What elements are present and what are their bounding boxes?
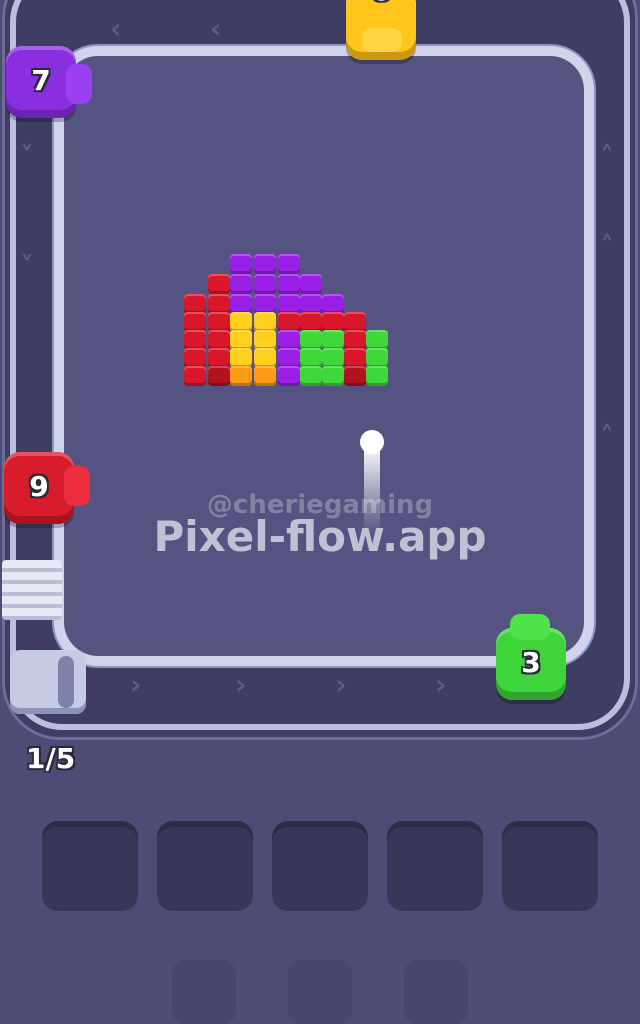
- shooter-count: 3: [521, 646, 541, 679]
- chevron-right-icon: ›: [130, 668, 142, 701]
- reserve-slot[interactable]: [172, 960, 236, 1024]
- launcher-dock: [10, 650, 86, 714]
- shooter-red[interactable]: 9: [4, 452, 90, 524]
- queue-counter: 1/5: [26, 742, 76, 775]
- holding-slot[interactable]: [387, 821, 483, 911]
- shooter-count: 6: [346, 0, 416, 7]
- reserve-slot[interactable]: [288, 960, 352, 1024]
- shooter-green[interactable]: 3: [496, 614, 566, 700]
- shooter-count: 7: [31, 64, 51, 97]
- shooter-yellow[interactable]: 6: [346, 0, 416, 60]
- shooter-purple[interactable]: 7: [6, 46, 92, 118]
- holding-slot[interactable]: [272, 821, 368, 911]
- chevron-down-icon: ˅: [20, 250, 34, 283]
- watermark-brand: Pixel-flow.app: [153, 512, 487, 561]
- chevron-right-icon: ›: [435, 668, 447, 701]
- chevron-up-icon: ˄: [600, 420, 614, 453]
- reserve-slot[interactable]: [404, 960, 468, 1024]
- holding-slot[interactable]: [42, 821, 138, 911]
- shooter-count: 9: [29, 470, 49, 503]
- chevron-down-icon: ˅: [20, 140, 34, 173]
- conveyor-entry-stripes: [2, 560, 62, 620]
- chevron-left-icon: ‹: [110, 12, 122, 45]
- chevron-right-icon: ›: [335, 668, 347, 701]
- chevron-up-icon: ˄: [600, 230, 614, 263]
- game-board: ‹ ‹ ˅ ˅ ˄ ˄ ˄ › › › › @cheriegaming Pixe…: [0, 0, 640, 1024]
- chevron-up-icon: ˄: [600, 140, 614, 173]
- projectile-ball: [360, 430, 384, 454]
- holding-slot[interactable]: [157, 821, 253, 911]
- chevron-right-icon: ›: [235, 668, 247, 701]
- chevron-left-icon: ‹: [210, 12, 222, 45]
- holding-slot[interactable]: [502, 821, 598, 911]
